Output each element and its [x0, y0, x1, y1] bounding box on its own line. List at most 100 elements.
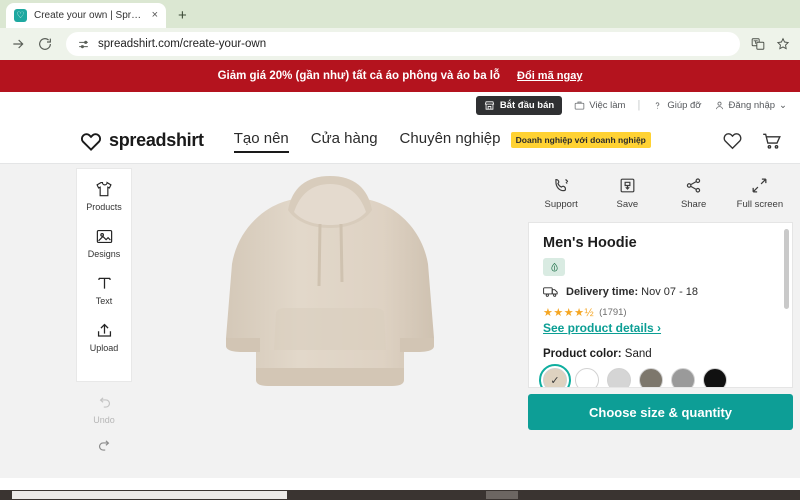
translate-icon[interactable] — [751, 37, 765, 51]
jobs-label: Việc làm — [589, 99, 626, 111]
delivery-info: Delivery time: Nov 07 - 18 — [543, 285, 778, 298]
swatch-heather-grey[interactable] — [671, 368, 695, 387]
utility-bar: Bắt đầu bán Việc làm | Giúp đỡ Đăng nhập… — [0, 92, 800, 118]
share-label: Share — [680, 199, 707, 210]
eco-badge[interactable] — [543, 258, 565, 276]
fullscreen-expand-icon — [752, 178, 767, 193]
start-selling-label: Bắt đầu bán — [499, 99, 555, 111]
product-canvas[interactable] — [140, 164, 520, 400]
nav-item-professional[interactable]: Chuyên nghiệp Doanh nghiệp với doanh ngh… — [400, 130, 651, 151]
swatch-white[interactable] — [575, 368, 599, 387]
canvas-actions: Support Save Share Full screen — [528, 168, 793, 210]
save-icon — [620, 178, 635, 193]
forward-arrow-icon[interactable] — [10, 36, 26, 52]
tool-designs-label: Designs — [87, 249, 121, 259]
tool-text[interactable]: Text — [77, 274, 131, 306]
delivery-label: Delivery time: — [566, 285, 639, 298]
tool-text-label: Text — [95, 296, 113, 306]
undo-arrow-icon — [99, 397, 110, 408]
product-title: Men's Hoodie — [543, 235, 637, 251]
color-swatches: ✓ — [539, 364, 778, 387]
product-color-row: Product color: Sand — [543, 348, 778, 360]
undo-button[interactable]: Undo — [76, 396, 132, 425]
support-action[interactable]: Support — [530, 176, 592, 210]
check-icon: ✓ — [550, 374, 560, 387]
swatch-light-grey[interactable] — [607, 368, 631, 387]
hoodie-front-image — [226, 176, 434, 386]
history-controls: Undo — [76, 396, 132, 454]
address-bar[interactable]: spreadshirt.com/create-your-own — [66, 32, 740, 56]
chevron-down-icon[interactable]: ⌄ — [779, 100, 787, 111]
reload-icon[interactable] — [37, 36, 53, 52]
nav-create-label: Tạo nên — [233, 130, 289, 147]
swatch-taupe[interactable] — [639, 368, 663, 387]
heart-logo-icon — [80, 132, 102, 151]
panel-scrollbar-thumb[interactable] — [784, 229, 789, 309]
upload-arrow-icon — [97, 323, 111, 337]
swatch-sand[interactable]: ✓ — [539, 364, 571, 387]
shopping-cart-icon[interactable] — [761, 131, 782, 151]
site-tune-icon[interactable] — [77, 38, 90, 51]
nav-item-create[interactable]: Tạo nên — [233, 130, 289, 153]
panel-scrollbar[interactable] — [784, 229, 789, 381]
fullscreen-label: Full screen — [736, 199, 784, 210]
question-icon — [656, 101, 660, 109]
jobs-link[interactable]: Việc làm — [574, 100, 625, 111]
horizontal-scrollbar[interactable] — [0, 490, 800, 500]
share-action[interactable]: Share — [663, 176, 725, 210]
tab-strip: ♡ Create your own | Spreadshirt × + — [0, 0, 800, 28]
brand-logo[interactable]: spreadshirt — [80, 130, 204, 151]
fullscreen-action[interactable]: Full screen — [729, 176, 791, 210]
tshirt-icon — [96, 181, 112, 197]
image-icon — [96, 229, 112, 244]
undo-label: Undo — [93, 415, 115, 425]
login-link[interactable]: Đăng nhập ⌄ — [714, 100, 787, 111]
star-rating: ★★★★½ — [543, 307, 595, 319]
nav-shop-label: Cửa hàng — [310, 130, 378, 147]
redo-arrow-icon[interactable] — [96, 439, 113, 454]
swatch-black[interactable] — [703, 368, 727, 387]
support-label: Support — [544, 199, 578, 210]
utility-divider: | — [637, 99, 641, 111]
horizontal-scrollbar-marker[interactable] — [486, 491, 518, 499]
close-icon[interactable]: × — [152, 10, 158, 21]
wishlist-heart-icon[interactable] — [722, 131, 743, 150]
tool-rail: Products Designs Text Upload — [76, 168, 132, 382]
horizontal-scrollbar-thumb[interactable] — [12, 491, 287, 499]
chrome-right-icons — [751, 37, 790, 51]
save-action[interactable]: Save — [596, 176, 658, 210]
delivery-truck-icon — [543, 287, 558, 297]
page-bottom-strip — [0, 478, 800, 490]
product-info-panel: Men's Hoodie Delivery time: Nov 07 - 18 … — [528, 222, 793, 388]
nav-item-shop[interactable]: Cửa hàng — [311, 130, 378, 151]
omnibox-bar: spreadshirt.com/create-your-own — [0, 28, 800, 60]
new-tab-button[interactable]: + — [178, 7, 187, 24]
tool-products[interactable]: Products — [77, 180, 131, 212]
bookmark-star-icon[interactable] — [776, 37, 790, 51]
browser-window: ♡ Create your own | Spreadshirt × + spre… — [0, 0, 800, 500]
product-details-link[interactable]: See product details › — [543, 321, 661, 335]
hoodie-preview[interactable] — [220, 168, 440, 393]
tool-upload-label: Upload — [89, 343, 119, 353]
share-icon — [686, 178, 701, 193]
tool-designs[interactable]: Designs — [77, 227, 131, 259]
text-t-icon — [97, 277, 111, 289]
eco-leaf-icon — [550, 262, 558, 271]
choose-size-quantity-button[interactable]: Choose size & quantity — [528, 394, 793, 430]
spreadshirt-heart-icon: ♡ — [14, 9, 27, 22]
promo-redeem-link[interactable]: Đổi mã ngay — [517, 70, 582, 82]
brand-name: spreadshirt — [109, 130, 204, 150]
tool-upload[interactable]: Upload — [77, 321, 131, 353]
nav-professional-label: Chuyên nghiệp — [399, 130, 501, 147]
tab-title: Create your own | Spreadshirt — [34, 10, 145, 21]
rating-count: (1791) — [599, 307, 627, 318]
help-link[interactable]: Giúp đỡ — [652, 100, 702, 111]
b2b-badge: Doanh nghiệp với doanh nghiệp — [510, 132, 651, 148]
user-icon — [715, 101, 723, 109]
product-color-value: Sand — [621, 348, 652, 360]
designer-workspace: Products Designs Text Upload Undo Suppor… — [0, 164, 800, 494]
browser-tab[interactable]: ♡ Create your own | Spreadshirt × — [6, 3, 166, 28]
delivery-value: Nov 07 - 18 — [641, 285, 699, 298]
start-selling-button[interactable]: Bắt đầu bán — [475, 95, 563, 115]
login-label: Đăng nhập — [728, 99, 776, 111]
